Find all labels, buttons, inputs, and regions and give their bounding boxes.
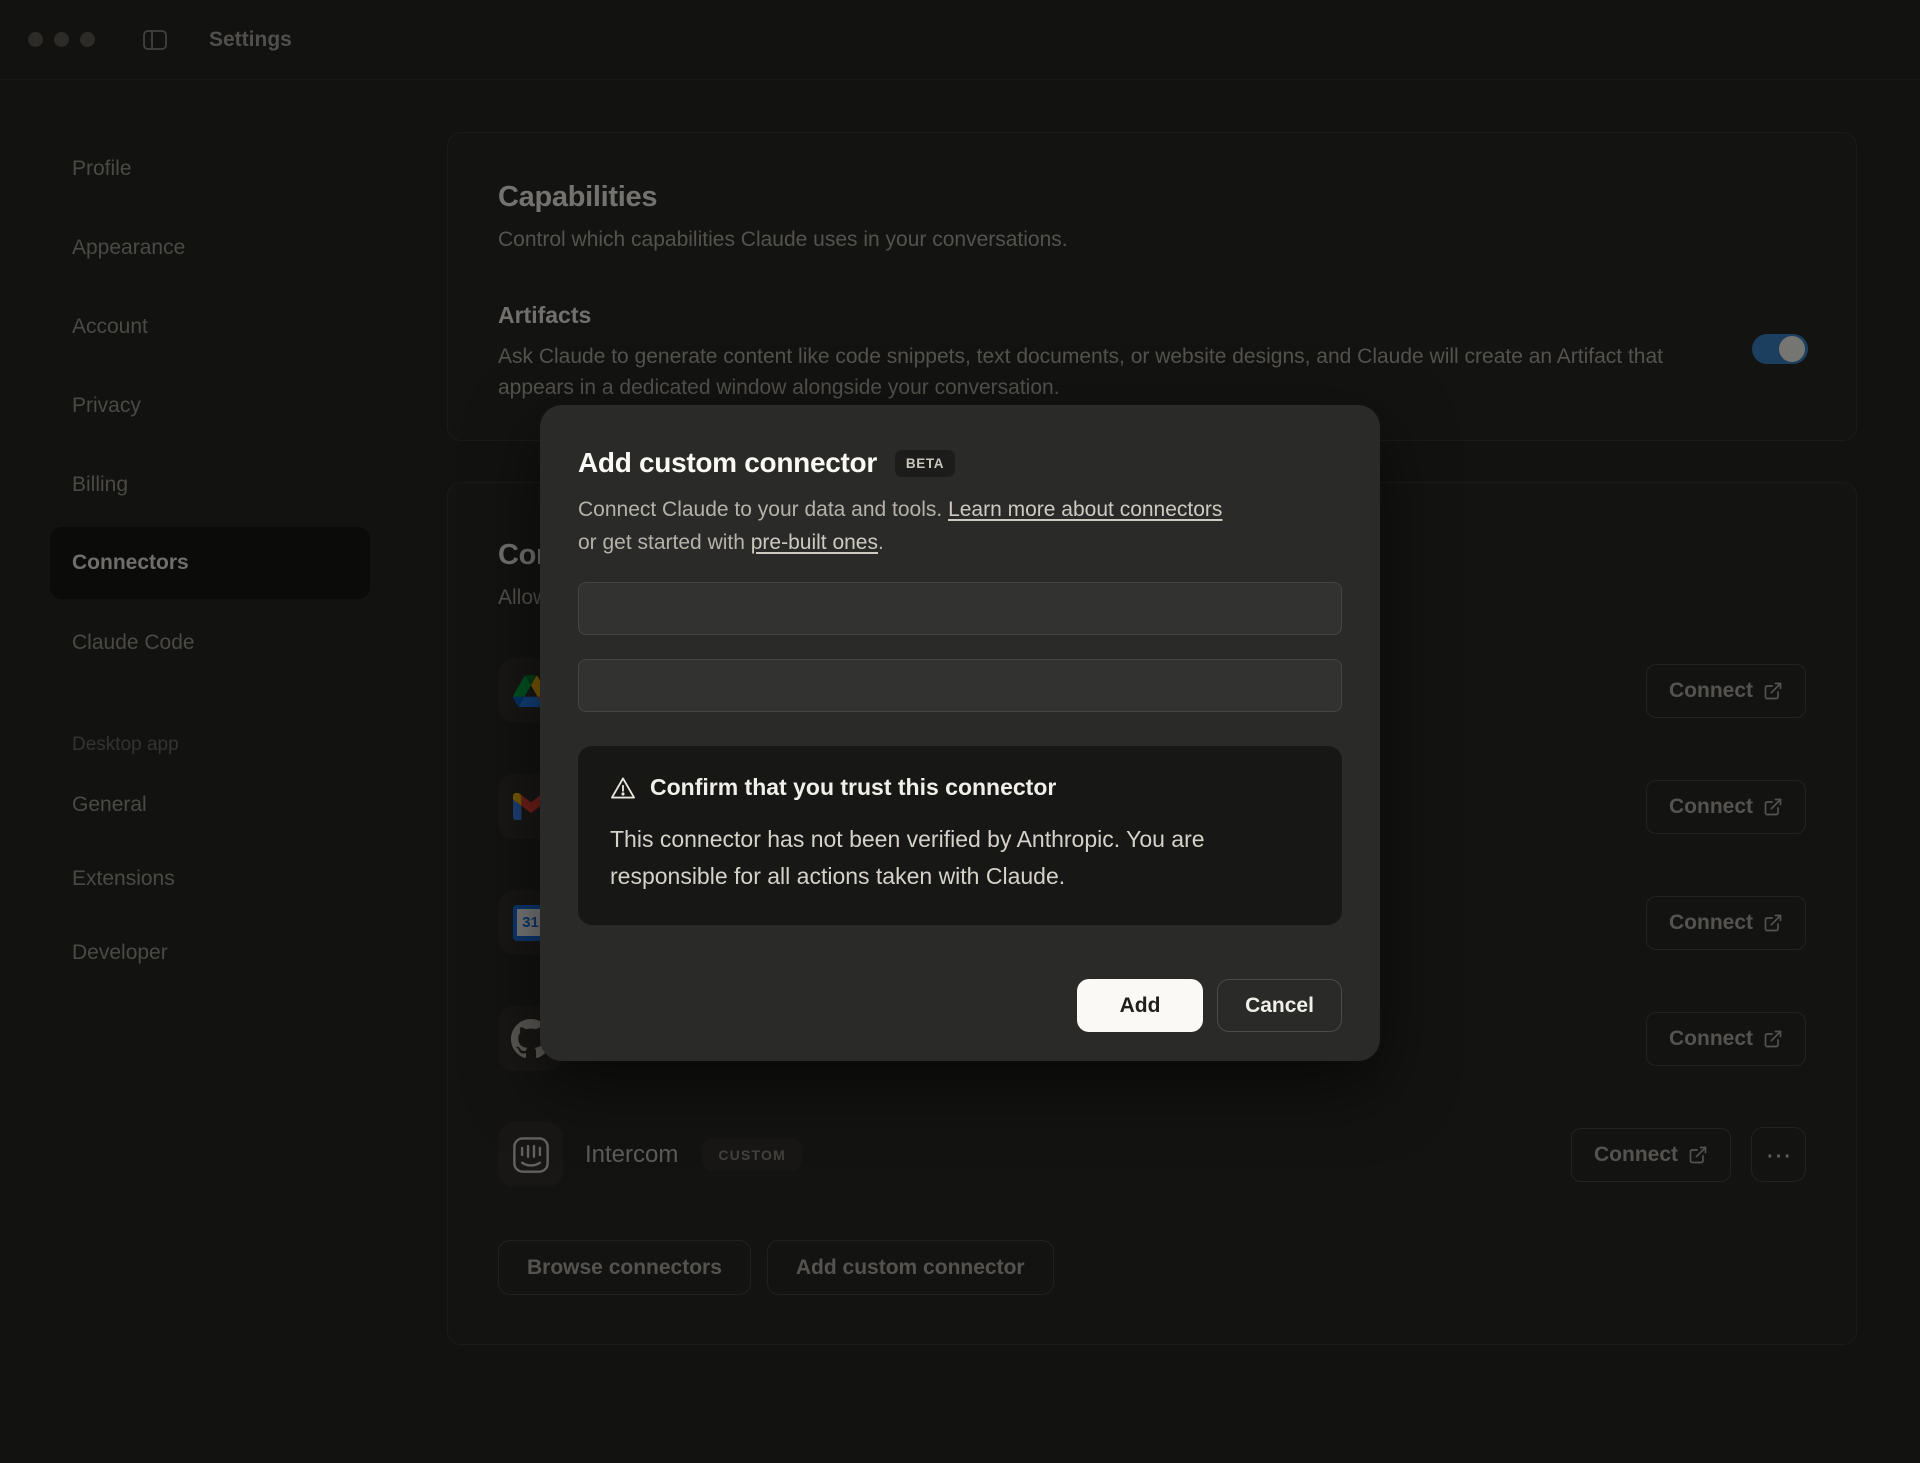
add-button[interactable]: Add — [1077, 979, 1203, 1032]
modal-description: Connect Claude to your data and tools. L… — [578, 493, 1342, 559]
warning-triangle-icon — [610, 775, 636, 801]
trust-warning-box: Confirm that you trust this connector Th… — [578, 746, 1342, 925]
modal-title: Add custom connector — [578, 447, 877, 479]
connector-name-input[interactable] — [578, 582, 1342, 635]
learn-more-link[interactable]: Learn more about connectors — [948, 498, 1222, 521]
cancel-button[interactable]: Cancel — [1217, 979, 1342, 1032]
warning-body: This connector has not been verified by … — [610, 821, 1250, 895]
beta-badge: BETA — [895, 450, 955, 477]
pre-built-connectors-link[interactable]: pre-built ones — [751, 531, 878, 554]
connector-url-input[interactable] — [578, 659, 1342, 712]
add-custom-connector-modal: Add custom connector BETA Connect Claude… — [540, 405, 1380, 1061]
warning-title: Confirm that you trust this connector — [650, 774, 1056, 801]
